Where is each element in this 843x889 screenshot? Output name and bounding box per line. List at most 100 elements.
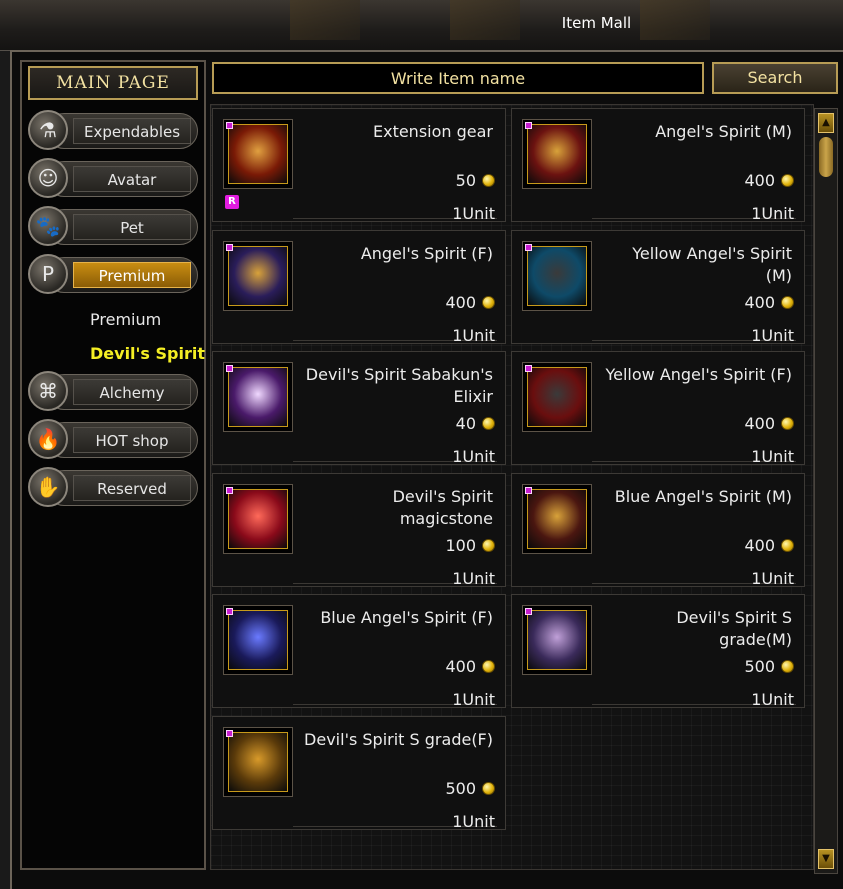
item-thumbnail[interactable] <box>223 605 293 675</box>
item-thumbnail[interactable] <box>223 727 293 797</box>
item-unit: 1Unit <box>751 326 794 345</box>
category-pet[interactable]: Pet 🐾 <box>28 206 198 248</box>
item-unit: 1Unit <box>452 447 495 466</box>
item-thumbnail[interactable] <box>522 119 592 189</box>
item-price: 400 <box>445 293 495 312</box>
gold-coin-icon <box>781 660 794 673</box>
premium-p-icon: P <box>28 254 68 294</box>
item-price: 400 <box>744 536 794 555</box>
item-card[interactable]: Angel's Spirit (M) 400 1Unit <box>511 108 805 223</box>
scroll-down-arrow-icon[interactable]: ▼ <box>818 849 834 869</box>
new-item-marker-icon <box>226 730 233 737</box>
category-pill: Reserved <box>46 470 198 506</box>
category-label: Alchemy <box>73 379 191 405</box>
new-item-marker-icon <box>525 608 532 615</box>
search-button[interactable]: Search <box>712 62 838 94</box>
item-image-icon <box>527 610 587 670</box>
price-value: 500 <box>744 657 775 676</box>
item-image-icon <box>228 246 288 306</box>
item-price: 400 <box>744 414 794 433</box>
price-value: 50 <box>455 171 476 190</box>
item-price: 400 <box>744 171 794 190</box>
window-title: Item Mall <box>561 14 632 32</box>
item-card[interactable]: Yellow Angel's Spirit (F) 400 1Unit <box>511 351 805 466</box>
item-card[interactable]: Extension gear 50 1Unit R <box>212 108 506 223</box>
item-card[interactable]: Devil's Spirit Sabakun's Elixir 40 1Unit <box>212 351 506 466</box>
price-value: 100 <box>445 536 476 555</box>
category-pill: Pet <box>46 209 198 245</box>
item-name: Angel's Spirit (M) <box>655 122 792 141</box>
price-value: 400 <box>744 414 775 433</box>
category-label: Pet <box>73 214 191 240</box>
scroll-thumb[interactable] <box>819 137 833 177</box>
category-pill: HOT shop <box>46 422 198 458</box>
item-thumbnail[interactable] <box>223 241 293 311</box>
item-card[interactable]: Devil's Spirit magicstone 100 1Unit <box>212 473 506 588</box>
new-item-marker-icon <box>226 487 233 494</box>
item-card[interactable]: Devil's Spirit S grade(M) 500 1Unit <box>511 594 805 709</box>
subcategory-premium[interactable]: Premium <box>90 310 161 329</box>
new-item-marker-icon <box>525 122 532 129</box>
category-alchemy[interactable]: Alchemy ⌘ <box>28 371 198 413</box>
category-expendables[interactable]: Expendables ⚗ <box>28 110 198 152</box>
item-image-icon <box>527 367 587 427</box>
item-grid-scrollbar[interactable]: ▲ ▼ <box>814 108 838 874</box>
item-unit: 1Unit <box>751 569 794 588</box>
item-image-icon <box>228 489 288 549</box>
category-hot-shop[interactable]: HOT shop 🔥 <box>28 419 198 461</box>
scroll-up-arrow-icon[interactable]: ▲ <box>818 113 834 133</box>
new-item-marker-icon <box>226 122 233 129</box>
item-card[interactable]: Blue Angel's Spirit (M) 400 1Unit <box>511 473 805 588</box>
new-item-marker-icon <box>525 365 532 372</box>
subcategory-devils-spirit[interactable]: Devil's Spirit <box>90 344 205 363</box>
item-thumbnail[interactable] <box>522 605 592 675</box>
item-image-icon <box>527 246 587 306</box>
item-unit: 1Unit <box>751 447 794 466</box>
item-thumbnail[interactable] <box>223 484 293 554</box>
item-thumbnail[interactable] <box>522 484 592 554</box>
category-pill: Premium <box>46 257 198 293</box>
price-value: 400 <box>744 293 775 312</box>
category-label: HOT shop <box>73 427 191 453</box>
category-reserved[interactable]: Reserved ✋ <box>28 467 198 509</box>
item-name: Devil's Spirit S grade(M) <box>676 608 792 649</box>
potion-icon: ⚗ <box>28 110 68 150</box>
item-thumbnail[interactable] <box>223 119 293 189</box>
item-image-icon <box>228 367 288 427</box>
alchemy-icon: ⌘ <box>28 371 68 411</box>
item-unit: 1Unit <box>452 204 495 223</box>
item-thumbnail[interactable] <box>522 241 592 311</box>
item-price: 40 <box>456 414 495 433</box>
item-search-input[interactable] <box>212 62 704 94</box>
item-image-icon <box>228 732 288 792</box>
item-price: 400 <box>744 293 794 312</box>
category-label: Avatar <box>73 166 191 192</box>
item-thumbnail[interactable] <box>223 362 293 432</box>
price-value: 400 <box>445 657 476 676</box>
category-label: Premium <box>73 262 191 288</box>
item-card[interactable]: Yellow Angel's Spirit (M) 400 1Unit <box>511 230 805 345</box>
category-premium[interactable]: Premium P <box>28 254 198 296</box>
item-card[interactable]: Blue Angel's Spirit (F) 400 1Unit <box>212 594 506 709</box>
item-image-icon <box>527 489 587 549</box>
main-page-button[interactable]: MAIN PAGE <box>28 66 198 100</box>
item-name: Angel's Spirit (F) <box>360 244 493 263</box>
gold-coin-icon <box>482 782 495 795</box>
item-unit: 1Unit <box>452 569 495 588</box>
new-item-marker-icon <box>226 608 233 615</box>
price-value: 40 <box>455 414 476 433</box>
item-name: Devil's Spirit S grade(F) <box>304 730 493 749</box>
item-thumbnail[interactable] <box>522 362 592 432</box>
new-item-marker-icon <box>525 244 532 251</box>
item-image-icon <box>527 124 587 184</box>
item-rarity-badge: R <box>225 195 239 209</box>
price-value: 500 <box>445 779 476 798</box>
category-avatar[interactable]: Avatar ☺ <box>28 158 198 200</box>
item-card[interactable]: Devil's Spirit S grade(F) 500 1Unit <box>212 716 506 831</box>
item-card[interactable]: Angel's Spirit (F) 400 1Unit <box>212 230 506 345</box>
gold-coin-icon <box>781 174 794 187</box>
category-label: Expendables <box>73 118 191 144</box>
price-value: 400 <box>744 536 775 555</box>
item-image-icon <box>228 610 288 670</box>
category-label: Reserved <box>73 475 191 501</box>
